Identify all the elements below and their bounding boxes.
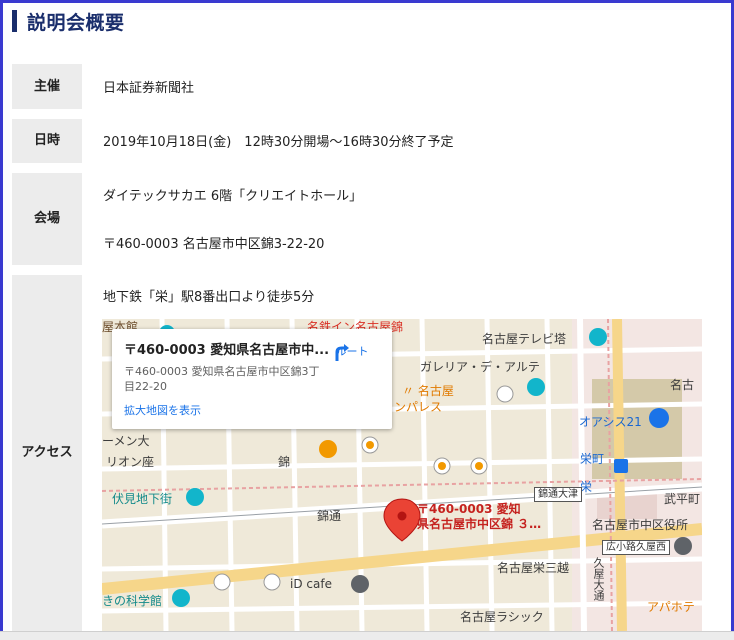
map-label-orion: リオン座: [106, 455, 155, 469]
pin-label-line1: 〒460-0003 愛知: [417, 502, 521, 516]
map-label-apa: アパホテ: [647, 600, 695, 614]
road-tag-otsu: 錦通大津: [534, 487, 582, 502]
directions-icon: [335, 344, 349, 361]
organizer-value: 日本証券新聞社: [103, 81, 195, 96]
map-label-galleria: ガレリア・デ・アルテ: [420, 360, 540, 374]
section-header: 説明会概要: [12, 8, 125, 34]
map-label-science: きの科学館: [102, 594, 163, 608]
map-label-oasis21: オアシス21: [579, 415, 642, 429]
datetime-label: 日時: [12, 119, 82, 163]
title-accent-bar: [12, 10, 17, 32]
datetime-value: 2019年10月18日(金) 12時30分開場～16時30分終了予定: [103, 135, 454, 150]
map-label-lasic: 名古屋ラシック: [460, 610, 544, 624]
google-map[interactable]: 屋本館 名鉄イン名古屋錦 名古屋テレビ塔 ガレリア・デ・アルテ 名古 〃 名古屋…: [102, 319, 702, 631]
route-button[interactable]: ルート: [330, 341, 374, 361]
map-label-cafe: iD cafe: [290, 577, 332, 591]
section-title: 説明会概要: [27, 11, 125, 34]
map-label-tv-tower: 名古屋テレビ塔: [482, 332, 567, 346]
pin-label: 〒460-0003 愛知 県名古屋市中区錦 ３…: [417, 502, 541, 532]
access-label: アクセス: [12, 275, 82, 631]
info-card-address: 〒460-0003 愛知県名古屋市中区錦3丁目22-20: [124, 365, 320, 393]
map-label-ward-office: 名古屋市中区役所: [592, 518, 689, 532]
map-label-fushimi: 伏見地下街: [112, 492, 173, 506]
road-tag-hirokoji: 広小路久屋西: [602, 540, 670, 555]
map-label-hotel-a: 〃 名古屋: [402, 384, 454, 398]
map-label-nagoya: 名古: [670, 378, 695, 392]
pin-label-line2: 県名古屋市中区錦 ３…: [417, 517, 542, 531]
venue-address: 〒460-0003 名古屋市中区錦3-22-20: [103, 237, 325, 252]
map-label-menko: ーメン大: [102, 434, 150, 448]
map-label-hisaya: 久屋大通: [592, 557, 605, 601]
horizontal-scrollbar[interactable]: [0, 631, 734, 640]
access-value: 地下鉄「栄」駅8番出口より徒歩5分: [103, 290, 315, 305]
venue-label: 会場: [12, 173, 82, 265]
map-info-card: 〒460-0003 愛知県名古屋市中... 〒460-0003 愛知県名古屋市中…: [112, 329, 392, 429]
venue-name: ダイテックサカエ 6階「クリエイトホール」: [103, 189, 363, 204]
map-label-sakae-station: 栄町: [580, 452, 605, 466]
info-card-title: 〒460-0003 愛知県名古屋市中...: [124, 343, 330, 358]
map-label-hotel-b: ンパレス: [394, 400, 443, 414]
organizer-label: 主催: [12, 64, 82, 109]
map-label-mitsukoshi: 名古屋栄三越: [497, 561, 570, 575]
map-label-nishiki-dori: 錦通: [317, 509, 342, 523]
map-label-nishiki: 錦: [278, 455, 291, 469]
enlarge-map-link[interactable]: 拡大地図を表示: [124, 402, 380, 418]
map-label-takehira: 武平町: [664, 492, 701, 506]
